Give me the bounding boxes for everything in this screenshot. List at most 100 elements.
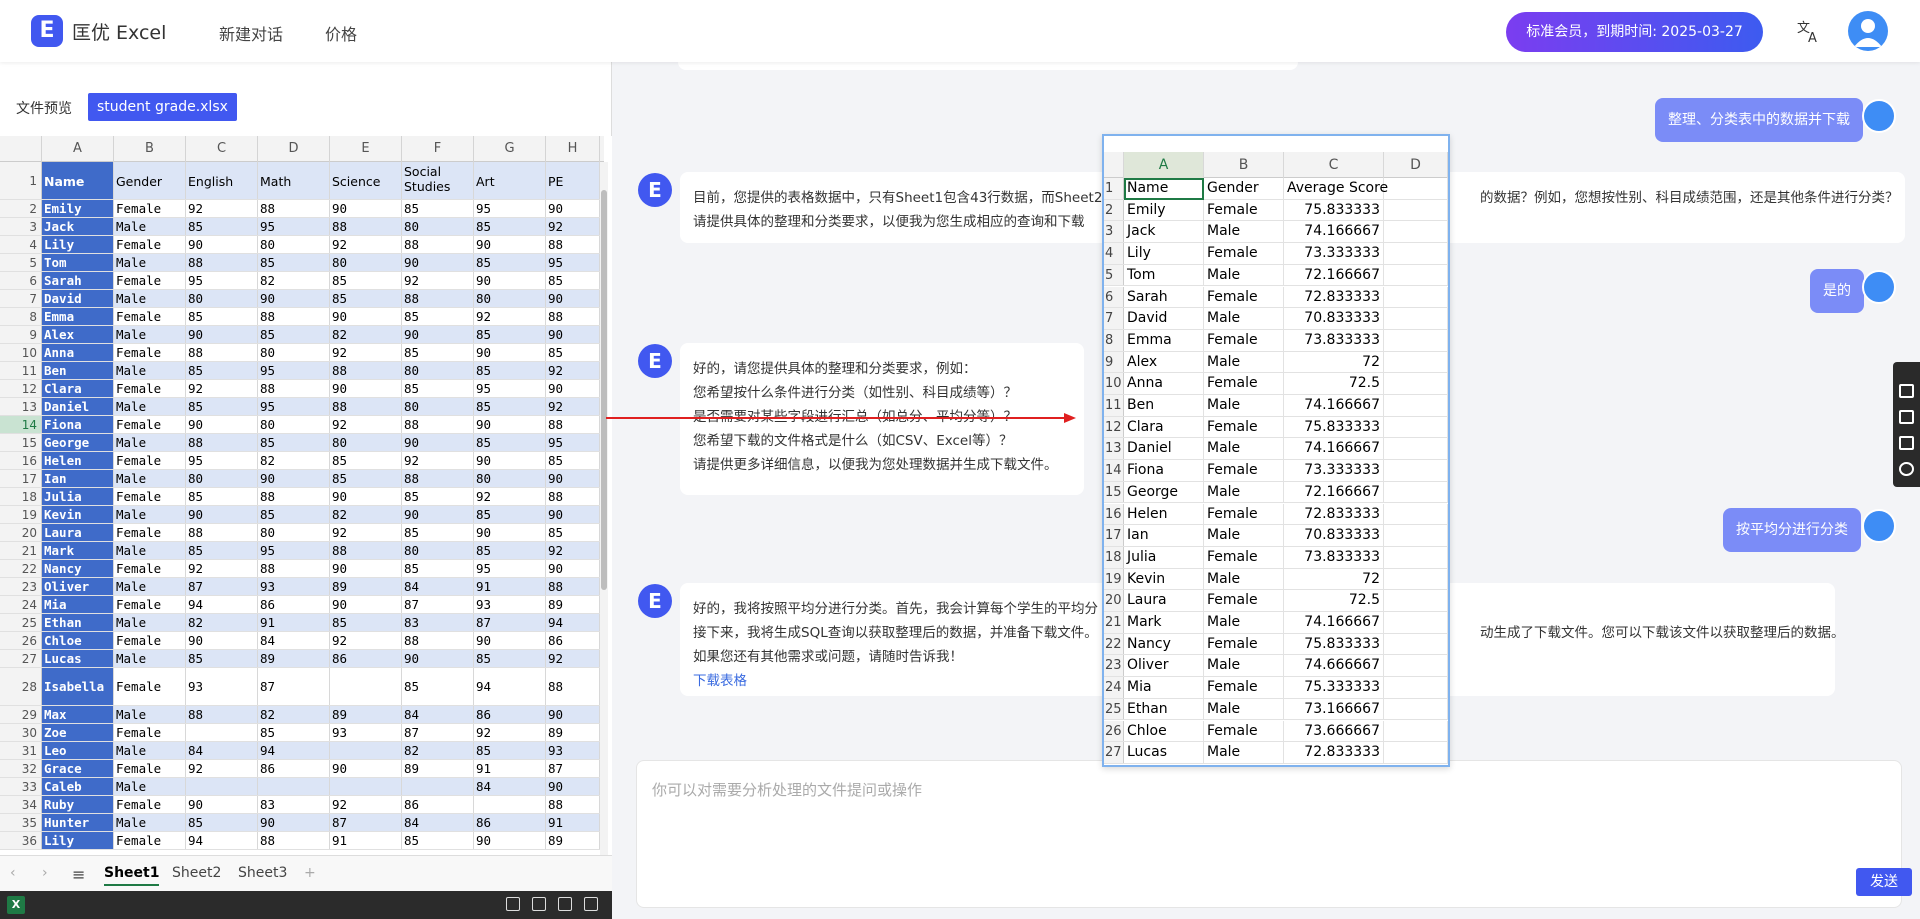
grid-cell[interactable]: Male bbox=[114, 578, 186, 595]
grid-cell[interactable]: Male bbox=[114, 254, 186, 271]
result-cell[interactable]: 73.333333 bbox=[1284, 460, 1384, 481]
grid-cell[interactable]: Female bbox=[114, 832, 186, 849]
row-number[interactable]: 4 bbox=[0, 236, 42, 253]
grid-cell[interactable]: 85 bbox=[546, 524, 600, 541]
grid-cell[interactable]: 91 bbox=[546, 814, 600, 831]
grid-cell[interactable]: 85 bbox=[402, 308, 474, 325]
row-number[interactable]: 20 bbox=[0, 524, 42, 541]
result-cell[interactable]: Male bbox=[1204, 742, 1284, 763]
grid-cell[interactable]: 90 bbox=[546, 706, 600, 723]
row-number[interactable]: 35 bbox=[0, 814, 42, 831]
result-cell[interactable] bbox=[1384, 633, 1448, 655]
result-cell[interactable] bbox=[1384, 525, 1448, 546]
grid-cell[interactable]: 90 bbox=[402, 434, 474, 451]
grid-cell[interactable]: 88 bbox=[546, 416, 600, 433]
grid-cell[interactable]: 85 bbox=[546, 344, 600, 361]
result-cell[interactable]: Female bbox=[1204, 590, 1284, 611]
grid-cell[interactable]: 90 bbox=[186, 326, 258, 343]
grid-cell[interactable]: 94 bbox=[186, 596, 258, 613]
result-cell[interactable]: Chloe bbox=[1124, 720, 1204, 742]
logo-icon[interactable]: E bbox=[31, 15, 63, 47]
grid-cell[interactable]: 84 bbox=[402, 578, 474, 595]
grid-cell[interactable]: Mia bbox=[42, 596, 114, 613]
result-cell[interactable] bbox=[1384, 373, 1448, 394]
result-cell[interactable]: Male bbox=[1204, 221, 1284, 243]
row-number[interactable]: 12 bbox=[0, 380, 42, 397]
grid-cell[interactable]: 90 bbox=[474, 524, 546, 541]
grid-cell[interactable]: 85 bbox=[402, 488, 474, 505]
grid-cell[interactable]: Female bbox=[114, 200, 186, 217]
result-cell[interactable]: Male bbox=[1204, 525, 1284, 546]
result-cell[interactable]: 74.166667 bbox=[1284, 438, 1384, 460]
grid-cell[interactable]: 94 bbox=[186, 832, 258, 849]
grid-cell[interactable]: 90 bbox=[186, 236, 258, 253]
row-number[interactable]: 21 bbox=[0, 542, 42, 559]
sheet-list-icon[interactable]: ≡ bbox=[72, 865, 85, 884]
grid-cell[interactable]: 80 bbox=[402, 398, 474, 415]
grid-cell[interactable]: 89 bbox=[402, 760, 474, 777]
grid-cell[interactable]: 91 bbox=[258, 614, 330, 631]
grid-cell[interactable]: 80 bbox=[330, 434, 402, 451]
grid-cell[interactable]: Lily bbox=[42, 832, 114, 849]
row-number[interactable]: 28 bbox=[0, 668, 42, 705]
grid-cell[interactable]: 80 bbox=[402, 542, 474, 559]
grid-cell[interactable]: 95 bbox=[474, 200, 546, 217]
grid-cell[interactable]: 80 bbox=[474, 290, 546, 307]
grid-cell[interactable]: 92 bbox=[330, 416, 402, 433]
result-cell[interactable]: Lily bbox=[1124, 243, 1204, 264]
grid-cell[interactable]: 88 bbox=[546, 668, 600, 705]
grid-cell[interactable]: Ruby bbox=[42, 796, 114, 813]
add-sheet-icon[interactable]: + bbox=[304, 865, 316, 881]
grid-cell[interactable]: 92 bbox=[546, 542, 600, 559]
grid-cell[interactable]: 86 bbox=[474, 706, 546, 723]
grid-cell[interactable]: Lily bbox=[42, 236, 114, 253]
grid-cell[interactable]: 80 bbox=[186, 290, 258, 307]
spreadsheet-grid[interactable]: ABCDEFGH 1 Name Gender English Math Science So… bbox=[0, 136, 612, 908]
result-cell[interactable]: 75.333333 bbox=[1284, 677, 1384, 698]
result-row-number[interactable]: 25 bbox=[1104, 698, 1124, 720]
result-row-number[interactable]: 19 bbox=[1104, 568, 1124, 590]
result-cell[interactable]: Fiona bbox=[1124, 460, 1204, 481]
grid-cell[interactable]: 85 bbox=[402, 560, 474, 577]
membership-badge[interactable]: 标准会员，到期时间: 2025-03-27 bbox=[1506, 12, 1763, 52]
result-cell[interactable]: Female bbox=[1204, 373, 1284, 394]
grid-cell[interactable]: 94 bbox=[258, 742, 330, 759]
grid-cell[interactable]: Laura bbox=[42, 524, 114, 541]
result-cell[interactable] bbox=[1384, 243, 1448, 264]
grid-cell[interactable]: 90 bbox=[546, 290, 600, 307]
grid-cell[interactable]: 93 bbox=[546, 742, 600, 759]
grid-cell[interactable]: Male bbox=[114, 614, 186, 631]
grid-cell[interactable]: 87 bbox=[186, 578, 258, 595]
tab-sheet2[interactable]: Sheet2 bbox=[172, 865, 221, 881]
grid-cell[interactable]: Female bbox=[114, 416, 186, 433]
result-row-number[interactable]: 24 bbox=[1104, 677, 1124, 698]
grid-cell[interactable]: Female bbox=[114, 560, 186, 577]
grid-cell[interactable]: PE bbox=[546, 162, 600, 199]
grid-cell[interactable]: Chloe bbox=[42, 632, 114, 649]
save-icon[interactable] bbox=[532, 897, 546, 911]
result-row-number[interactable]: 15 bbox=[1104, 481, 1124, 503]
fullscreen-icon[interactable] bbox=[584, 897, 598, 911]
row-number[interactable]: 18 bbox=[0, 488, 42, 505]
grid-cell[interactable]: 92 bbox=[186, 760, 258, 777]
grid-cell[interactable]: Name bbox=[42, 162, 114, 199]
grid-cell[interactable]: 85 bbox=[258, 724, 330, 741]
result-cell[interactable]: 73.833333 bbox=[1284, 329, 1384, 351]
grid-cell[interactable]: 95 bbox=[546, 254, 600, 271]
result-cell[interactable]: Female bbox=[1204, 416, 1284, 438]
grid-cell[interactable]: 95 bbox=[258, 398, 330, 415]
grid-cell[interactable]: 88 bbox=[402, 632, 474, 649]
row-number[interactable]: 26 bbox=[0, 632, 42, 649]
result-cell[interactable] bbox=[1384, 742, 1448, 763]
grid-cell[interactable]: 92 bbox=[546, 650, 600, 667]
grid-cell[interactable]: 89 bbox=[546, 832, 600, 849]
row-number[interactable]: 29 bbox=[0, 706, 42, 723]
camera-icon[interactable] bbox=[1899, 384, 1914, 398]
grid-cell[interactable]: Max bbox=[42, 706, 114, 723]
grid-cell[interactable]: 92 bbox=[546, 218, 600, 235]
grid-cell[interactable]: 93 bbox=[330, 724, 402, 741]
grid-cell[interactable]: 85 bbox=[186, 308, 258, 325]
grid-cell[interactable]: 85 bbox=[474, 434, 546, 451]
result-cell[interactable] bbox=[1384, 503, 1448, 525]
result-cell[interactable]: Female bbox=[1204, 199, 1284, 221]
